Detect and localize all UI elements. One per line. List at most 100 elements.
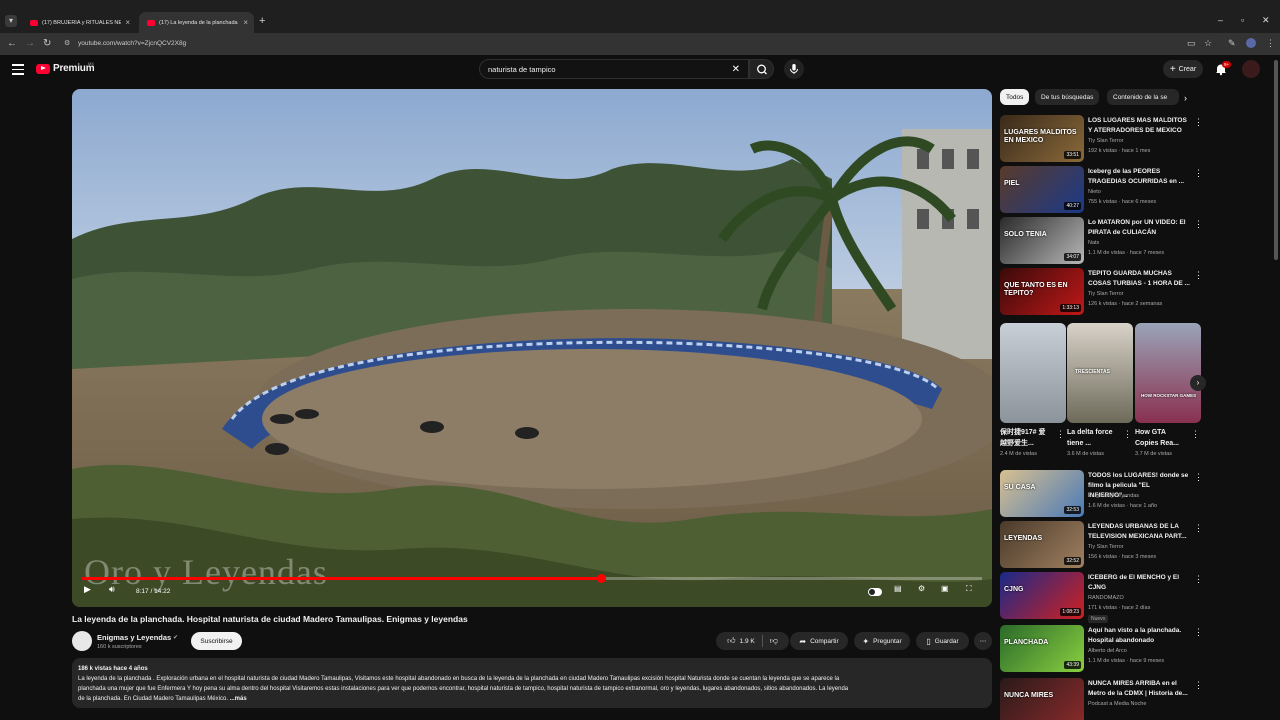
search-input[interactable]: naturista de tampico ✕ <box>479 59 749 79</box>
short-more-icon[interactable]: ⋮ <box>1056 429 1065 440</box>
save-button[interactable]: ▯ Guardar <box>916 632 969 650</box>
browser-menu-icon[interactable]: ⋮ <box>1266 38 1275 49</box>
chevron-right-icon[interactable]: › <box>1184 93 1187 103</box>
recommended-video[interactable]: CJNG 1:08:23 ICEBERG de El MENCHO y El CJN… <box>1000 572 1270 623</box>
more-options-icon[interactable]: ⋮ <box>1194 168 1203 179</box>
tab-search-button[interactable]: ▾ <box>5 15 17 27</box>
bookmark-star-icon[interactable]: ☆ <box>1204 38 1212 49</box>
show-more-link[interactable]: ...más <box>230 696 247 702</box>
more-actions-icon[interactable]: ⋯ <box>974 632 992 650</box>
more-options-icon[interactable]: ⋮ <box>1194 574 1203 585</box>
more-options-icon[interactable]: ⋮ <box>1194 523 1203 534</box>
recommended-channel[interactable]: Enigmas y Leyendas <box>1088 493 1139 499</box>
recommended-video[interactable]: PLANCHADA 43:39 Aquí han visto a la planch… <box>1000 625 1270 675</box>
description-box[interactable]: 186 k vistas hace 4 años La leyenda de l… <box>72 658 992 708</box>
recommended-title[interactable]: LOS LUGARES MAS MALDITOS Y ATERRADORES D… <box>1088 116 1190 136</box>
recommended-title[interactable]: LEYENDAS URBANAS DE LA TELEVISION MEXICA… <box>1088 522 1190 542</box>
video-thumbnail[interactable]: LUGARES MALDITOS EN MEXICO 33:51 <box>1000 115 1084 162</box>
browser-tab-1[interactable]: (17) BRUJERIA y RITUALES NEG × <box>22 12 136 33</box>
ask-button[interactable]: ✦ Preguntar <box>854 632 910 650</box>
voice-search-button[interactable] <box>784 59 804 79</box>
recommended-video[interactable]: NUNCA MIRES NUNCA MIRES ARRIBA en el Metr… <box>1000 678 1270 720</box>
browser-tab-2[interactable]: (17) La leyenda de la planchada × <box>139 12 254 33</box>
recommended-channel[interactable]: Podcast a Media Noche <box>1088 701 1146 707</box>
cast-icon[interactable]: ▭ <box>1187 38 1196 49</box>
guide-menu-icon[interactable] <box>12 64 24 78</box>
short-card[interactable]: HOW ROCKSTAR GAMES How GTA Copies Rea...… <box>1135 323 1201 457</box>
youtube-premium-logo[interactable]: Premium MX <box>36 61 95 74</box>
more-options-icon[interactable]: ⋮ <box>1194 680 1203 691</box>
recommended-channel[interactable]: Nats <box>1088 240 1099 246</box>
recommended-channel[interactable]: RANDOMAZO <box>1088 595 1124 601</box>
video-thumbnail[interactable]: NUNCA MIRES <box>1000 678 1084 720</box>
settings-gear-icon[interactable]: ⚙ <box>918 584 925 593</box>
search-button[interactable] <box>749 59 774 79</box>
video-thumbnail[interactable]: PIEL 40:27 <box>1000 166 1084 213</box>
user-avatar[interactable] <box>1242 60 1260 78</box>
miniplayer-icon[interactable]: ▣ <box>941 584 949 593</box>
close-tab-icon[interactable]: × <box>125 18 130 27</box>
recommended-title[interactable]: Iceberg de las PEORES TRAGEDIAS OCURRIDA… <box>1088 167 1190 187</box>
video-thumbnail[interactable]: LEYENDAS 32:52 <box>1000 521 1084 568</box>
site-info-icon[interactable]: ⚙ <box>64 39 72 47</box>
recommended-title[interactable]: NUNCA MIRES ARRIBA en el Metro de la CDM… <box>1088 679 1190 699</box>
recommended-video[interactable]: LUGARES MALDITOS EN MEXICO 33:51 LOS LUGAR… <box>1000 115 1270 165</box>
page-scrollbar[interactable] <box>1274 60 1278 260</box>
video-thumbnail[interactable]: QUE TANTO ES EN TEPITO? 1:33:13 <box>1000 268 1084 315</box>
thumbs-down-icon[interactable]: 👎︎ <box>770 636 778 646</box>
shorts-next-icon[interactable]: › <box>1190 375 1206 391</box>
video-thumbnail[interactable]: SU CASA 32:53 <box>1000 470 1084 517</box>
volume-icon[interactable]: 🔊︎ <box>109 584 115 595</box>
video-thumbnail[interactable]: CJNG 1:08:23 <box>1000 572 1084 619</box>
recommended-video[interactable]: SU CASA 32:53 TODOS los LUGARES! donde se … <box>1000 470 1270 520</box>
recommended-title[interactable]: ICEBERG de El MENCHO y El CJNG <box>1088 573 1190 593</box>
channel-name[interactable]: Enigmas y Leyendas <box>97 633 171 642</box>
short-card[interactable]: TRESCIENTAS La delta force tiene ... 3.6… <box>1067 323 1133 457</box>
video-thumbnail[interactable]: PLANCHADA 43:39 <box>1000 625 1084 672</box>
recommended-channel[interactable]: Tiy Slan Terror <box>1088 544 1123 550</box>
new-tab-icon[interactable]: + <box>259 15 265 27</box>
subscribe-button[interactable]: Suscribirse <box>191 632 242 650</box>
autoplay-toggle[interactable] <box>868 588 882 596</box>
close-window-icon[interactable]: ✕ <box>1262 15 1270 26</box>
reload-icon[interactable]: ↻ <box>43 38 51 49</box>
recommended-video[interactable]: LEYENDAS 32:52 LEYENDAS URBANAS DE LA TELE… <box>1000 521 1270 571</box>
create-button[interactable]: + Crear <box>1163 60 1203 78</box>
chip-all[interactable]: Todos <box>1000 89 1030 105</box>
subtitles-icon[interactable]: ▤ <box>894 584 902 593</box>
play-icon[interactable]: ▶ <box>84 584 91 595</box>
recommended-title[interactable]: Lo MATARON por UN VIDEO: El PIRATA de CU… <box>1088 218 1190 238</box>
short-more-icon[interactable]: ⋮ <box>1123 429 1132 440</box>
like-count[interactable]: 1.9 K <box>740 638 755 645</box>
more-options-icon[interactable]: ⋮ <box>1194 270 1203 281</box>
share-button[interactable]: ➦ Compartir <box>790 632 848 650</box>
progress-bar[interactable] <box>82 574 982 583</box>
recommended-video[interactable]: PIEL 40:27 Iceberg de las PEORES TRAGEDIAS… <box>1000 166 1270 216</box>
recommended-channel[interactable]: Alberto del Arco <box>1088 648 1127 654</box>
back-icon[interactable]: ← <box>7 38 17 49</box>
scrubber-handle[interactable] <box>596 574 606 583</box>
recommended-channel[interactable]: Tiy Slan Terror <box>1088 138 1123 144</box>
thumbs-up-icon[interactable]: 👍︎ <box>727 636 735 646</box>
browser-profile-avatar[interactable] <box>1246 38 1256 48</box>
more-options-icon[interactable]: ⋮ <box>1194 219 1203 230</box>
recommended-channel[interactable]: Tiy Slan Terror <box>1088 291 1123 297</box>
minimize-icon[interactable]: – <box>1218 15 1223 25</box>
more-options-icon[interactable]: ⋮ <box>1194 472 1203 483</box>
short-card[interactable]: 保时捷917# 爱越野爱生... 2.4 M de vistas ⋮ <box>1000 323 1066 457</box>
recommended-video[interactable]: QUE TANTO ES EN TEPITO? 1:33:13 TEPITO GUA… <box>1000 268 1270 318</box>
recommended-title[interactable]: Aquí han visto a la planchada. Hospital … <box>1088 626 1190 646</box>
video-player[interactable]: Oro y Leyendas ▶ 🔊︎ 8:17 / 14:22 ▤ ⚙ ▣ ⛶ <box>72 89 992 607</box>
clear-search-icon[interactable]: ✕ <box>732 64 740 75</box>
maximize-icon[interactable]: ▫ <box>1241 15 1244 25</box>
video-thumbnail[interactable]: SOLO TENIA 34:07 <box>1000 217 1084 264</box>
more-options-icon[interactable]: ⋮ <box>1194 117 1203 128</box>
fullscreen-icon[interactable]: ⛶ <box>966 584 972 594</box>
url-field[interactable]: youtube.com/watch?v=ZjcnQCV2X8g <box>78 40 186 47</box>
recommended-title[interactable]: TEPITO GUARDA MUCHAS COSAS TURBIAS - 1 H… <box>1088 269 1190 289</box>
extensions-icon[interactable]: ✎ <box>1228 38 1236 49</box>
forward-icon[interactable]: → <box>25 38 35 49</box>
more-options-icon[interactable]: ⋮ <box>1194 627 1203 638</box>
recommended-channel[interactable]: Nieto <box>1088 189 1101 195</box>
chip-from-searches[interactable]: De tus búsquedas <box>1035 89 1100 105</box>
